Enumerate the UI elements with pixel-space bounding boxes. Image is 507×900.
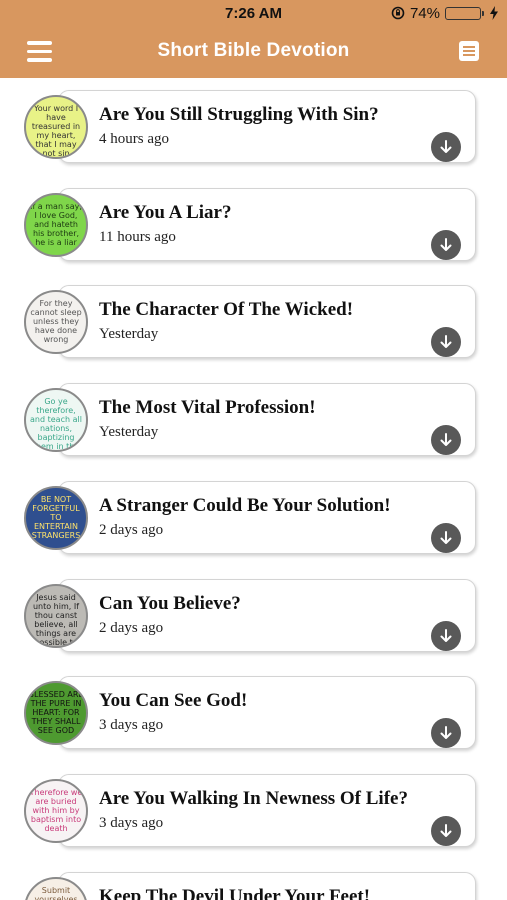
download-arrow-icon xyxy=(440,237,452,251)
page-title: Short Bible Devotion xyxy=(157,40,350,61)
devotion-card[interactable] xyxy=(58,676,476,750)
devotion-item[interactable]: Jesus said unto him, If thou canst belie… xyxy=(24,567,478,652)
download-arrow-icon xyxy=(440,433,452,447)
devotion-thumbnail: BE NOT FORGETFUL TO ENTERTAIN STRANGERS xyxy=(24,485,88,550)
thumbnail-verse-text: Go ye therefore, and teach all nations, … xyxy=(30,397,82,452)
devotion-item[interactable]: Go ye therefore, and teach all nations, … xyxy=(24,371,478,457)
devotion-timestamp: 4 hours ago xyxy=(99,131,169,147)
thumbnail-verse-text: If a man say, I love God, and hateth his… xyxy=(30,201,82,247)
devotion-title: Can You Believe? xyxy=(99,592,241,614)
devotion-card[interactable] xyxy=(58,383,476,457)
download-arrow-icon xyxy=(440,726,452,740)
devotion-thumbnail: Go ye therefore, and teach all nations, … xyxy=(24,388,88,453)
thumbnail-verse-text: BE NOT FORGETFUL TO ENTERTAIN STRANGERS xyxy=(31,494,81,540)
app-header: 7:26 AM 74% Short Bible Devotion xyxy=(0,0,507,78)
status-bar: 7:26 AM 74% xyxy=(0,0,507,26)
thumbnail-verse-text: For they cannot sleep unless they have d… xyxy=(30,299,82,345)
thumbnail-verse-text: Jesus said unto him, If thou canst belie… xyxy=(32,592,80,647)
download-arrow-icon xyxy=(440,335,452,349)
download-button[interactable] xyxy=(431,425,461,456)
devotion-card[interactable] xyxy=(58,480,476,554)
devotion-item[interactable]: Submit yourselves therefore to God Keep T… xyxy=(24,860,478,900)
nav-bar: Short Bible Devotion xyxy=(0,26,507,78)
devotion-timestamp: 3 days ago xyxy=(99,717,164,734)
thumbnail-verse-text: BLESSED ARE THE PURE IN HEART: FOR THEY … xyxy=(28,690,84,736)
charging-bolt-icon xyxy=(490,6,498,20)
devotion-list: Your word I have treasured in my heart, … xyxy=(0,78,507,900)
devotion-title: You Can See God! xyxy=(99,690,248,712)
download-arrow-icon xyxy=(440,140,452,153)
devotion-card[interactable] xyxy=(58,90,476,163)
devotion-timestamp: 2 days ago xyxy=(99,619,164,636)
devotion-title: Are You Still Struggling With Sin? xyxy=(99,104,379,125)
rotation-lock-icon xyxy=(391,6,405,20)
download-arrow-icon xyxy=(440,530,452,544)
devotion-item[interactable]: If a man say, I love God, and hateth his… xyxy=(24,176,478,261)
devotion-item[interactable]: BLESSED ARE THE PURE IN HEART: FOR THEY … xyxy=(24,664,478,750)
devotion-timestamp: 2 days ago xyxy=(99,521,164,538)
notes-icon[interactable] xyxy=(458,40,480,62)
download-arrow-icon xyxy=(440,628,452,642)
devotion-thumbnail: If a man say, I love God, and hateth his… xyxy=(24,192,88,257)
devotion-title: Are You A Liar? xyxy=(99,201,232,223)
devotion-timestamp: Yesterday xyxy=(99,424,159,441)
download-button[interactable] xyxy=(431,815,461,846)
thumbnail-verse-text: Submit yourselves therefore to God xyxy=(34,885,78,900)
devotion-timestamp: 3 days ago xyxy=(99,814,164,831)
devotion-title: Keep The Devil Under Your Feet! xyxy=(99,885,371,900)
download-button[interactable] xyxy=(431,718,461,749)
devotion-timestamp: Yesterday xyxy=(99,326,159,343)
devotion-title: The Character Of The Wicked! xyxy=(99,299,354,321)
devotion-title: The Most Vital Profession! xyxy=(99,397,316,419)
thumbnail-verse-text: Therefore we are buried with him by bapt… xyxy=(29,787,83,833)
devotion-thumbnail: Your word I have treasured in my heart, … xyxy=(24,95,88,159)
thumbnail-verse-text: Your word I have treasured in my heart, … xyxy=(31,104,81,158)
devotion-card[interactable] xyxy=(58,773,476,847)
devotion-card[interactable] xyxy=(58,285,476,359)
status-indicators: 74% xyxy=(391,4,499,22)
devotion-thumbnail: Therefore we are buried with him by bapt… xyxy=(24,778,88,843)
devotion-item[interactable]: Your word I have treasured in my heart, … xyxy=(24,78,478,163)
devotion-item[interactable]: Therefore we are buried with him by bapt… xyxy=(24,762,478,847)
download-button[interactable] xyxy=(431,620,461,651)
devotion-thumbnail: BLESSED ARE THE PURE IN HEART: FOR THEY … xyxy=(24,681,88,746)
devotion-card[interactable] xyxy=(58,187,476,261)
devotion-card[interactable] xyxy=(58,578,476,652)
battery-percent: 74% xyxy=(409,4,440,22)
download-button[interactable] xyxy=(431,132,461,162)
battery-icon xyxy=(445,6,484,20)
download-button[interactable] xyxy=(431,229,461,260)
download-arrow-icon xyxy=(440,823,452,837)
devotion-thumbnail: Jesus said unto him, If thou canst belie… xyxy=(24,583,88,648)
devotion-item[interactable]: BE NOT FORGETFUL TO ENTERTAIN STRANGERS A… xyxy=(24,469,478,554)
devotion-title: A Stranger Could Be Your Solution! xyxy=(99,494,391,516)
devotion-timestamp: 11 hours ago xyxy=(99,228,176,245)
devotion-title: Are You Walking In Newness Of Life? xyxy=(99,787,408,809)
devotion-item[interactable]: For they cannot sleep unless they have d… xyxy=(24,273,478,359)
download-button[interactable] xyxy=(431,522,461,553)
devotion-thumbnail: For they cannot sleep unless they have d… xyxy=(24,290,88,355)
